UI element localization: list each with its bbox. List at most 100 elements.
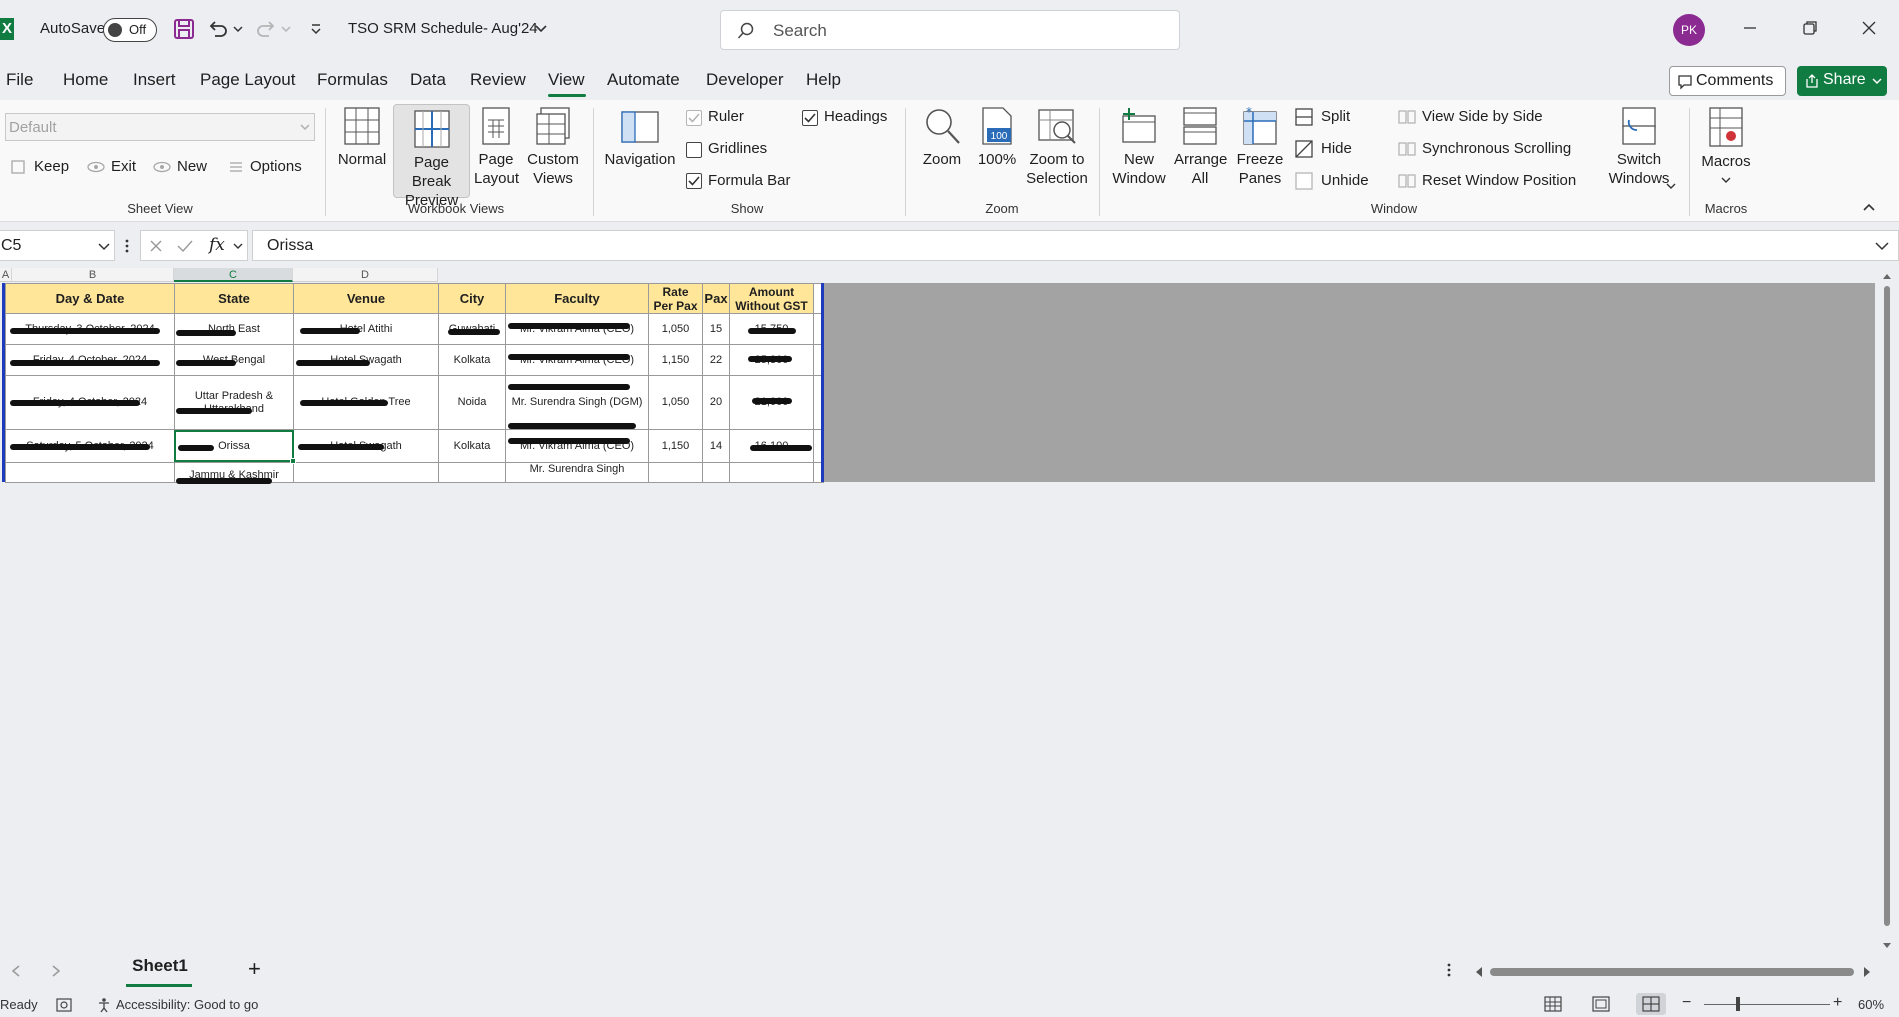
zoom-slider-track[interactable] <box>1704 1004 1830 1005</box>
cell-city[interactable]: Noida <box>438 375 506 430</box>
cell-pax[interactable]: 20 <box>702 375 730 430</box>
zoom-out-icon[interactable]: − <box>1682 994 1691 1012</box>
header-rate-per-pax[interactable]: Rate Per Pax <box>648 283 703 314</box>
undo-icon[interactable] <box>206 17 230 41</box>
cell-rate[interactable] <box>648 462 703 483</box>
restore-icon[interactable] <box>1798 16 1822 40</box>
tab-automate[interactable]: Automate <box>607 70 680 90</box>
cell-rate[interactable]: 1,050 <box>648 375 703 430</box>
undo-dropdown-icon[interactable] <box>232 17 244 41</box>
column-header-b[interactable]: B <box>12 268 174 282</box>
redo-icon[interactable] <box>254 17 278 41</box>
insert-function-icon[interactable]: fx <box>209 235 225 255</box>
tab-home[interactable]: Home <box>63 70 108 90</box>
tab-file[interactable]: File <box>6 70 33 90</box>
header-venue[interactable]: Venue <box>293 283 439 314</box>
normal-view-icon[interactable] <box>1544 996 1562 1012</box>
custom-views-button[interactable]: Custom Views <box>525 106 581 188</box>
enter-check-icon[interactable] <box>177 239 193 253</box>
cancel-icon[interactable] <box>149 239 163 253</box>
cell-pax[interactable] <box>702 462 730 483</box>
expand-formula-bar-icon[interactable] <box>1875 242 1889 251</box>
column-header-c[interactable]: C <box>174 268 293 282</box>
next-sheet-icon[interactable] <box>50 964 62 978</box>
previous-sheet-icon[interactable] <box>10 964 22 978</box>
tab-formulas[interactable]: Formulas <box>317 70 388 90</box>
gridlines-label[interactable]: Gridlines <box>708 140 767 157</box>
customize-qat-icon[interactable] <box>304 17 328 41</box>
zoom-100-button[interactable]: 100 100% <box>976 106 1018 169</box>
share-button[interactable]: Share <box>1797 66 1887 96</box>
more-options-icon[interactable] <box>124 238 130 254</box>
accessibility-status[interactable]: Accessibility: Good to go <box>116 997 258 1012</box>
zoom-level[interactable]: 60% <box>1858 997 1884 1012</box>
header-pax[interactable]: Pax <box>702 283 730 314</box>
formula-input[interactable]: Orissa <box>252 230 1899 261</box>
cell-rate[interactable]: 1,150 <box>648 429 703 463</box>
vertical-scroll-thumb[interactable] <box>1884 286 1890 926</box>
tab-review[interactable]: Review <box>470 70 526 90</box>
cell-city[interactable] <box>438 462 506 483</box>
zoom-to-selection-button[interactable]: Zoom to Selection <box>1021 106 1093 188</box>
formula-bar-label[interactable]: Formula Bar <box>708 172 791 189</box>
minimize-icon[interactable] <box>1738 16 1762 40</box>
search-box[interactable]: Search <box>720 10 1180 50</box>
vertical-scrollbar[interactable] <box>1880 272 1892 952</box>
cell-pax[interactable]: 15 <box>702 313 730 345</box>
cell-rate[interactable]: 1,050 <box>648 313 703 345</box>
scroll-up-icon[interactable] <box>1882 272 1892 280</box>
page-layout-view-icon[interactable] <box>1592 996 1610 1012</box>
gridlines-checkbox[interactable] <box>686 142 702 158</box>
zoom-slider-thumb[interactable] <box>1736 997 1740 1011</box>
page-break-view-status-button[interactable] <box>1636 993 1666 1015</box>
cell-city[interactable]: Kolkata <box>438 429 506 463</box>
autosave-toggle[interactable]: Off <box>103 18 157 42</box>
zoom-button[interactable]: Zoom <box>916 106 968 169</box>
cell-faculty[interactable]: Mr. Vikram Alma (CEO) <box>505 313 649 345</box>
horizontal-scroll-thumb[interactable] <box>1490 968 1854 976</box>
tab-insert[interactable]: Insert <box>133 70 176 90</box>
cell-faculty[interactable]: Mr. Surendra Singh <box>505 462 649 483</box>
normal-view-button[interactable]: Normal <box>334 106 390 169</box>
collapse-ribbon-icon[interactable] <box>1862 202 1876 212</box>
tab-data[interactable]: Data <box>410 70 446 90</box>
navigation-button[interactable]: Navigation <box>602 106 678 169</box>
column-header-d[interactable]: D <box>293 268 438 282</box>
cell-pax[interactable]: 22 <box>702 344 730 376</box>
tab-view[interactable]: View <box>548 70 585 90</box>
cell-rate[interactable]: 1,150 <box>648 344 703 376</box>
tab-developer[interactable]: Developer <box>706 70 784 90</box>
formula-bar-checkbox[interactable] <box>686 173 702 189</box>
headings-label[interactable]: Headings <box>824 108 887 125</box>
cell-amount[interactable] <box>729 462 814 483</box>
new-window-button[interactable]: New Window <box>1108 106 1170 188</box>
page-layout-view-button[interactable]: Page Layout <box>474 106 519 188</box>
header-amount[interactable]: Amount Without GST <box>729 283 814 314</box>
macro-recording-icon[interactable] <box>56 997 72 1013</box>
header-city[interactable]: City <box>438 283 506 314</box>
cell-faculty[interactable]: Mr. Vikram Alma (CEO) <box>505 429 649 463</box>
cell-state[interactable]: North East <box>174 313 294 345</box>
sheet-tab-sheet1[interactable]: Sheet1 <box>120 956 200 984</box>
switch-windows-button[interactable]: Switch Windows <box>1598 106 1680 189</box>
cell-state[interactable]: Uttar Pradesh & Uttarakhand <box>174 375 294 430</box>
tab-help[interactable]: Help <box>806 70 841 90</box>
column-header-a[interactable]: A <box>0 268 12 282</box>
scroll-right-icon[interactable] <box>1862 966 1872 978</box>
more-options-icon[interactable] <box>1446 962 1452 978</box>
scroll-down-icon[interactable] <box>1882 942 1892 950</box>
cell-pax[interactable]: 14 <box>702 429 730 463</box>
add-sheet-button[interactable]: + <box>248 956 261 982</box>
tab-page-layout[interactable]: Page Layout <box>200 70 295 90</box>
scroll-left-icon[interactable] <box>1474 966 1484 978</box>
headings-checkbox[interactable] <box>802 110 818 126</box>
document-title[interactable]: TSO SRM Schedule- Aug'24 <box>348 20 538 37</box>
cell-city[interactable]: Kolkata <box>438 344 506 376</box>
redo-dropdown-icon[interactable] <box>280 17 292 41</box>
cell-venue[interactable] <box>293 462 439 483</box>
chevron-down-icon[interactable] <box>534 23 548 35</box>
accessibility-icon[interactable] <box>96 997 112 1013</box>
save-icon[interactable] <box>172 17 196 41</box>
comments-button[interactable]: Comments <box>1669 66 1786 96</box>
cell-day[interactable] <box>5 462 175 483</box>
